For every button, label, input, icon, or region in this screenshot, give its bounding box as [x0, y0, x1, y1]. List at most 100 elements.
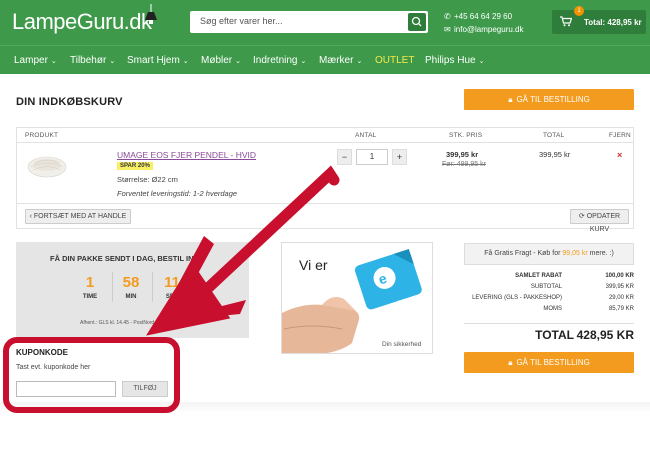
phone-row[interactable]: ✆ +45 64 64 29 60 [444, 10, 524, 23]
phone-number: +45 64 64 29 60 [454, 12, 513, 21]
refresh-icon: ⟳ [578, 213, 587, 220]
countdown-hours-label: TIME [82, 294, 98, 300]
phone-icon: ✆ [444, 12, 451, 21]
order-summary: Få Gratis Fragt - Køb for 99,05 kr mere.… [464, 243, 634, 345]
column-header-total: TOTAL [543, 132, 565, 139]
line-total: 399,95 kr [539, 150, 571, 159]
header: LampeGuru.dk Søg efter varer her... ✆ +45… [0, 0, 650, 45]
nav-item-label: Smart Hjem [127, 55, 180, 66]
nav-item-tilbehor[interactable]: Tilbehør ⌄ [70, 55, 115, 66]
lock-icon: 🔒︎ [508, 358, 513, 367]
row-divider [17, 203, 633, 204]
chevron-down-icon: ⌄ [50, 58, 57, 65]
countdown-title: FÅ DIN PAKKE SENDT I DAG, BESTIL INDE [50, 254, 204, 263]
chevron-down-icon: ⌄ [300, 58, 307, 65]
countdown-minutes-label: MIN [125, 294, 137, 300]
increase-qty-button[interactable]: + [392, 149, 407, 165]
countdown-seconds: 11 [164, 274, 180, 291]
search-input[interactable]: Søg efter varer her... [190, 11, 428, 33]
email-address: info@lampeguru.dk [454, 25, 524, 34]
product-name-link[interactable]: UMAGE EOS FJER PENDEL - HVID [117, 150, 256, 160]
checkout-label: GÅ TIL BESTILLING [516, 358, 590, 367]
quantity-input[interactable]: 1 [356, 149, 388, 165]
discount-badge: SPAR 20% [117, 162, 153, 170]
chevron-down-icon: ⌄ [356, 58, 363, 65]
nav-item-maerker[interactable]: Mærker ⌄ [319, 55, 362, 66]
summary-value: 399,95 KR [605, 284, 634, 290]
countdown-seconds-label: SEK [165, 294, 179, 300]
nav-item-mobler[interactable]: Møbler ⌄ [201, 55, 241, 66]
chevron-down-icon: ⌄ [235, 58, 241, 65]
summary-label: MOMS [543, 306, 562, 312]
quantity-stepper: − 1 + [337, 149, 407, 165]
nav-item-label: Philips Hue [425, 55, 476, 66]
countdown-hours: 1 [85, 274, 95, 291]
hand-holding-card-image: e [282, 249, 422, 353]
column-header-remove: FJERN [609, 132, 631, 139]
header-divider [17, 142, 633, 143]
product-image[interactable] [25, 151, 69, 181]
cart-total: Total: 428,95 kr [584, 18, 642, 27]
column-header-unit-price: STK. PRIS [449, 132, 483, 139]
chevron-down-icon: ⌄ [182, 58, 189, 65]
column-header-qty: ANTAL [355, 132, 377, 139]
free-shipping-banner: Få Gratis Fragt - Køb for 99,05 kr mere.… [464, 243, 634, 265]
nav-item-label: Møbler [201, 55, 233, 66]
summary-value: 85,79 KR [608, 306, 634, 312]
summary-label: LEVERING (GLS - PAKKESHOP) [472, 295, 562, 301]
search-button[interactable] [408, 13, 426, 31]
logo[interactable]: LampeGuru.dk [12, 9, 152, 35]
pickup-note: Afhent.: GLS kl. 14.45 - PostNord kl. 16… [80, 320, 175, 326]
nav-item-outlet[interactable]: OUTLET [375, 55, 414, 66]
checkout-button-top[interactable]: 🔒︎ GÅ TIL BESTILLING [464, 89, 634, 110]
remove-item-icon[interactable]: × [617, 150, 622, 160]
cart-table: PRODUKT ANTAL STK. PRIS TOTAL FJERN UMAG… [16, 127, 634, 233]
checkout-button-bottom[interactable]: 🔒︎ GÅ TIL BESTILLING [464, 352, 634, 373]
decrease-qty-button[interactable]: − [337, 149, 352, 165]
chevron-down-icon: ⌄ [109, 58, 116, 65]
summary-value: 29,00 KR [608, 295, 634, 301]
lock-icon: 🔒︎ [508, 95, 513, 104]
page: LampeGuru.dk Søg efter varer her... ✆ +45… [0, 0, 650, 450]
cart-count-badge: 1 [574, 6, 584, 16]
cart-button[interactable]: 1 Total: 428,95 kr [552, 6, 646, 34]
nav-item-philips-hue[interactable]: Philips Hue ⌄ [425, 55, 484, 66]
grand-total: TOTAL 428,95 KR [464, 323, 634, 343]
continue-shopping-label: FORTSÆT MED AT HANDLE [33, 213, 127, 220]
chevron-down-icon: ⌄ [478, 58, 485, 65]
unit-price: 399,95 kr [446, 150, 479, 159]
free-shipping-suffix: mere. :) [589, 250, 614, 257]
email-row[interactable]: ✉ info@lampeguru.dk [444, 23, 524, 36]
update-cart-label: OPDATER KURV [586, 213, 621, 233]
mail-icon: ✉ [444, 25, 451, 34]
summary-label: SAMLET RABAT [515, 273, 562, 279]
nav-item-label: Tilbehør [70, 55, 107, 66]
contact-info: ✆ +45 64 64 29 60 ✉ info@lampeguru.dk [444, 10, 524, 36]
grand-total-value: 428,95 KR [576, 328, 634, 342]
nav-item-label: OUTLET [375, 55, 415, 66]
page-title: DIN INDKØBSKURV [16, 96, 123, 108]
emark-banner[interactable]: Vi er e e-mærket Din sikkerhed [281, 242, 433, 354]
lamp-logo-icon [145, 4, 157, 24]
countdown-minutes: 58 [122, 274, 140, 291]
nav-item-label: Lamper [14, 55, 48, 66]
column-header-product: PRODUKT [25, 132, 59, 139]
checkout-label: GÅ TIL BESTILLING [516, 95, 590, 104]
nav-item-indretning[interactable]: Indretning ⌄ [253, 55, 306, 66]
emark-footer: Din sikkerhed [382, 341, 422, 348]
nav-item-smart-hjem[interactable]: Smart Hjem ⌄ [127, 55, 189, 66]
delivery-time: Forventet leveringstid: 1-2 hverdage [117, 189, 238, 198]
search-icon [411, 16, 422, 27]
old-price: Før: 499,95 kr [442, 161, 486, 168]
search-placeholder: Søg efter varer her... [200, 16, 283, 26]
shipping-countdown: FÅ DIN PAKKE SENDT I DAG, BESTIL INDE 1 … [16, 242, 249, 338]
cart-icon [560, 16, 572, 27]
continue-shopping-button[interactable]: ‹ FORTSÆT MED AT HANDLE [25, 209, 131, 224]
free-shipping-prefix: Få Gratis Fragt - Køb for [484, 250, 561, 257]
update-cart-button[interactable]: ⟳ OPDATER KURV [570, 209, 629, 233]
nav-item-lamper[interactable]: Lamper ⌄ [14, 55, 57, 66]
annotation-highlight-frame [3, 337, 180, 413]
nav-item-label: Mærker [319, 55, 354, 66]
summary-label: SUBTOTAL [530, 284, 562, 290]
main-nav: Lamper ⌄ Tilbehør ⌄ Smart Hjem ⌄ Møbler ⌄ In… [0, 45, 650, 74]
